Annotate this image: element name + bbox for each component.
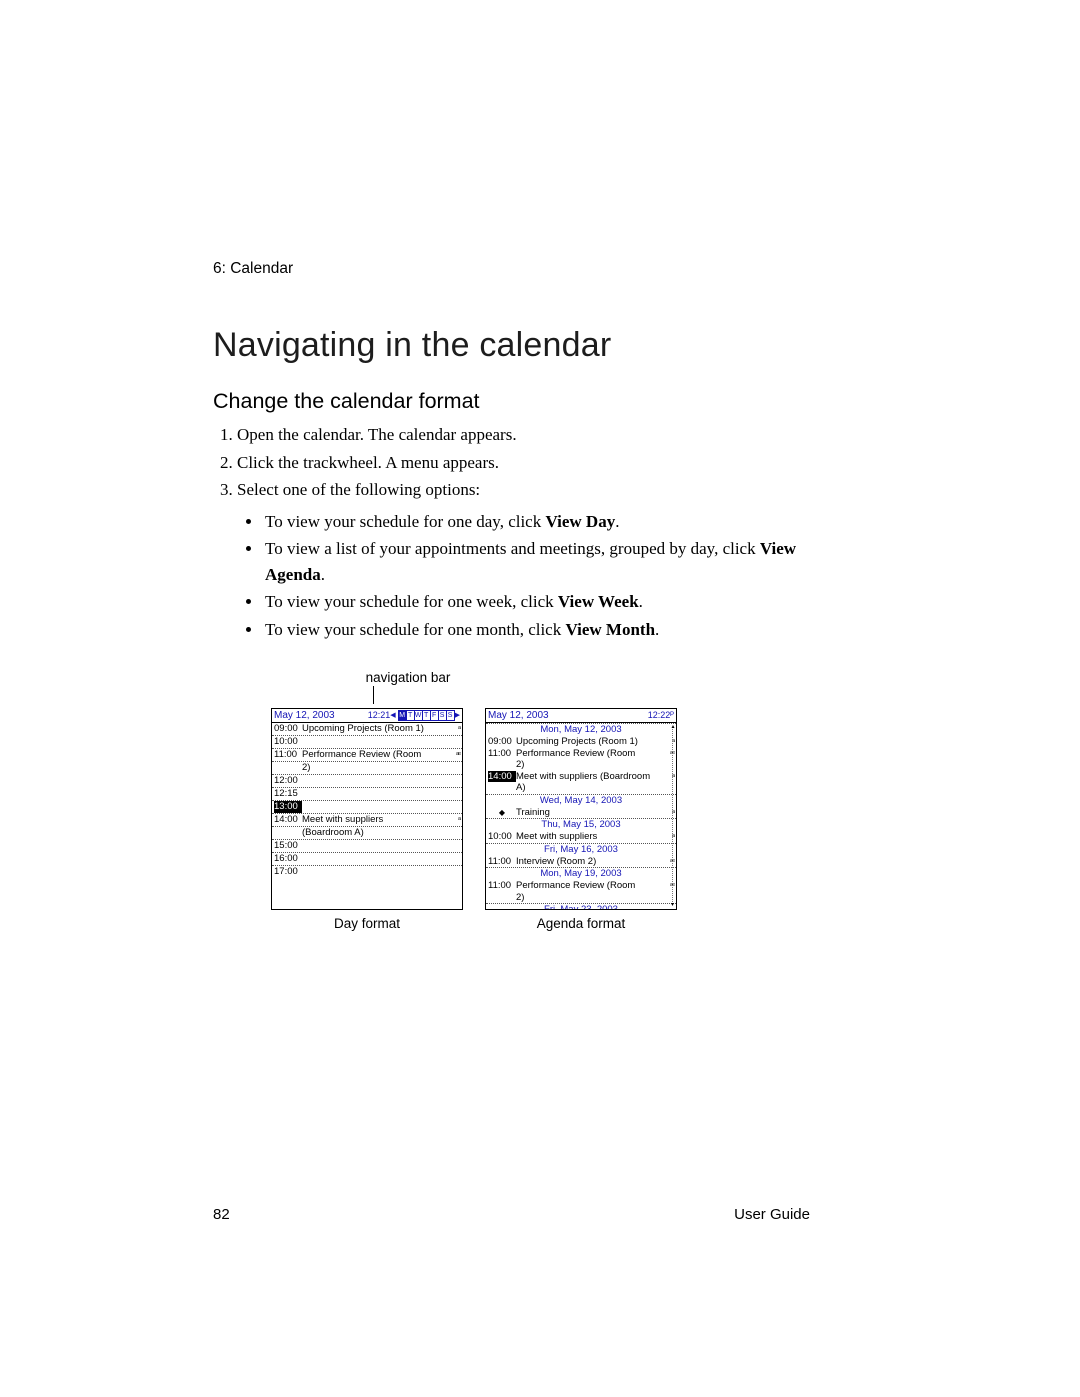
scroll-down-icon: ▾ [671,901,674,908]
step-3: Select one of the following options: To … [237,477,810,642]
agenda-row: ◆Trainingᵃ [486,807,676,819]
step-2: Click the trackwheel. A menu appears. [237,450,810,476]
heading-h1: Navigating in the calendar [213,326,810,365]
day-row: 09:00Upcoming Projects (Room 1)ᵃ [272,723,462,735]
agenda-row: 11:00Performance Review (Roomᵃᵉ [486,748,676,760]
agenda-date-header: Fri, May 23, 2003 [486,903,676,910]
day-row: 10:00 [272,735,462,748]
day-date: May 12, 2003 [274,709,335,722]
nav-left-icon: ◀ [390,709,395,722]
day-screen-header: May 12, 2003 12:21 ◀ MTWTFSS ▶ [272,709,462,723]
day-row: 14:00Meet with suppliersᵃ [272,813,462,826]
day-row: 16:00 [272,852,462,865]
day-row: 12:15 [272,787,462,800]
navbar-callout-line [373,686,374,704]
agenda-row: 2) [486,892,676,904]
navbar-cell: S [447,711,454,720]
heading-h2: Change the calendar format [213,389,810,414]
agenda-caption: Agenda format [485,916,677,931]
day-row: 11:00Performance Review (Roomᵃᵉ [272,748,462,761]
agenda-date-header: Thu, May 15, 2003 [486,818,676,831]
day-row: 13:00 [272,800,462,813]
option-view-week: To view your schedule for one week, clic… [263,589,810,615]
agenda-row: 11:00Interview (Room 2)ᵃᵉ [486,856,676,868]
navbar-cell: S [439,711,447,720]
agenda-format-figure: May 12, 2003 12:22ᴾ Mon, May 12, 200309:… [485,708,677,931]
guide-label: User Guide [734,1206,810,1223]
scrollbar: ▴ ▾ [671,723,675,908]
day-screen: May 12, 2003 12:21 ◀ MTWTFSS ▶ 09:00Upco… [271,708,463,910]
page-footer: 82 User Guide [213,1206,810,1223]
navbar-cell: T [423,711,431,720]
agenda-date-header: Mon, May 12, 2003 [486,723,676,736]
document-page: 6: Calendar Navigating in the calendar C… [0,0,1080,1397]
option-view-day: To view your schedule for one day, click… [263,509,810,535]
agenda-row: 2) [486,759,676,771]
navbar-cell: M [399,711,407,720]
agenda-clock: 12:22ᴾ [648,709,674,722]
steps-list: Open the calendar. The calendar appears.… [213,422,810,642]
option-view-agenda: To view a list of your appointments and … [263,536,810,587]
day-format-figure: May 12, 2003 12:21 ◀ MTWTFSS ▶ 09:00Upco… [271,708,463,931]
navbar-cell: F [431,711,439,720]
agenda-rows: Mon, May 12, 200309:00Upcoming Projects … [486,723,676,910]
agenda-date-header: Fri, May 16, 2003 [486,843,676,856]
page-number: 82 [213,1206,230,1223]
option-view-month: To view your schedule for one month, cli… [263,617,810,643]
day-row: 17:00 [272,865,462,878]
agenda-row: 10:00Meet with suppliersᵃ [486,831,676,843]
navigation-bar: MTWTFSS [398,710,455,721]
day-rows: 09:00Upcoming Projects (Room 1)ᵃ10:0011:… [272,723,462,878]
step-1: Open the calendar. The calendar appears. [237,422,810,448]
agenda-row: 09:00Upcoming Projects (Room 1)ᵃ [486,736,676,748]
day-row: 12:00 [272,774,462,787]
agenda-row: 14:00Meet with suppliers (Boardroomᵃ [486,771,676,783]
navbar-cell: T [407,711,415,720]
day-row: 15:00 [272,839,462,852]
step-3-text: Select one of the following options: [237,480,480,499]
chapter-crumb: 6: Calendar [213,260,810,278]
day-row: 2) [272,761,462,774]
agenda-date-header: Mon, May 19, 2003 [486,867,676,880]
agenda-row: 11:00Performance Review (Roomᵃᵉ [486,880,676,892]
agenda-date: May 12, 2003 [488,709,549,722]
agenda-row: A) [486,782,676,794]
day-caption: Day format [271,916,463,931]
navbar-cell: W [415,711,423,720]
day-row: (Boardroom A) [272,826,462,839]
options-list: To view your schedule for one day, click… [237,509,810,643]
agenda-screen-header: May 12, 2003 12:22ᴾ [486,709,676,723]
navbar-callout-label: navigation bar [313,670,503,685]
agenda-screen: May 12, 2003 12:22ᴾ Mon, May 12, 200309:… [485,708,677,910]
day-clock: 12:21 [368,709,391,722]
nav-right-icon: ▶ [455,709,460,722]
agenda-date-header: Wed, May 14, 2003 [486,794,676,807]
figures: navigation bar May 12, 2003 12:21 ◀ MTWT… [213,670,810,931]
